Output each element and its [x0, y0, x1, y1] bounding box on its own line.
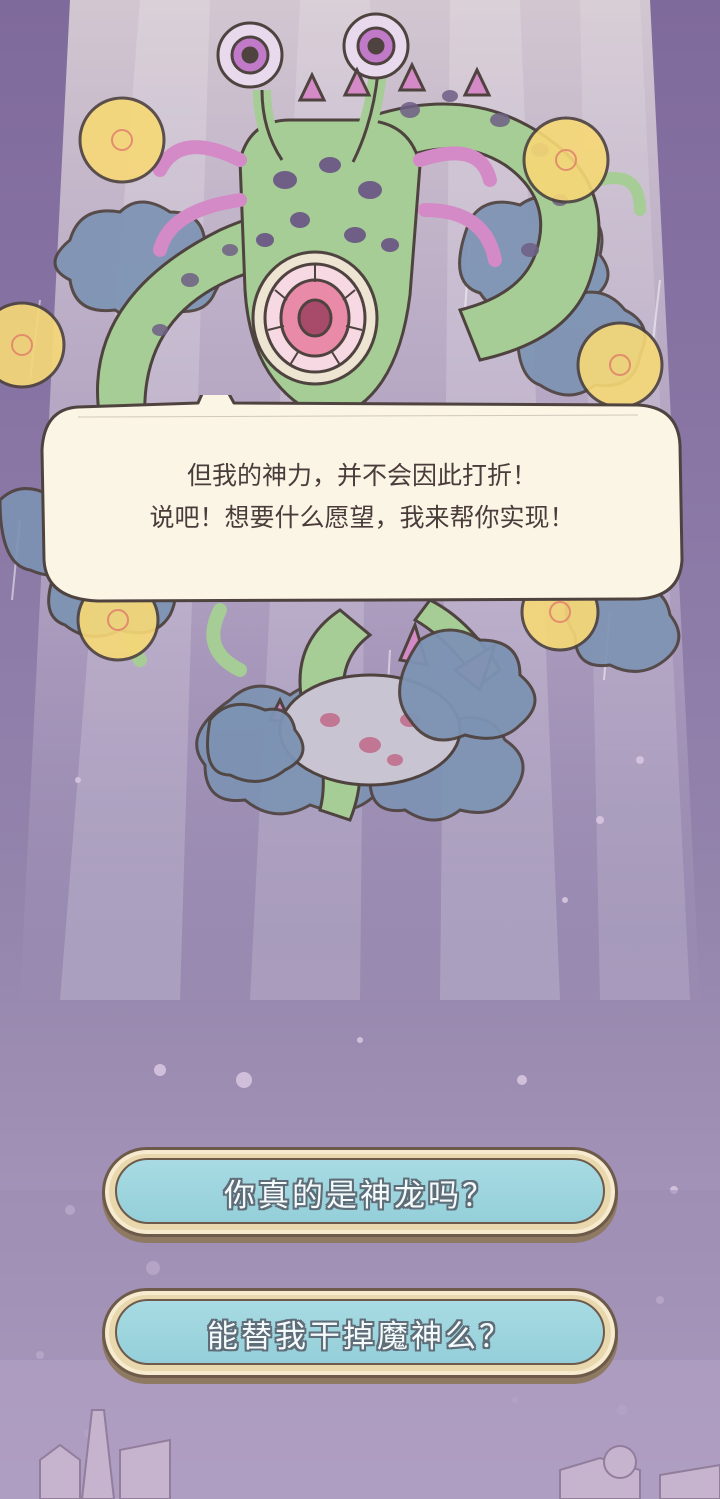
choice-button-2[interactable]: 能替我干掉魔神么？: [102, 1288, 618, 1378]
game-scene: 但我的神力，并不会因此打折！ 说吧！想要什么愿望，我来帮你实现！ 你真的是神龙吗…: [0, 0, 720, 1499]
choice-button-1[interactable]: 你真的是神龙吗？: [102, 1147, 618, 1237]
choice-label-1: 你真的是神龙吗？: [224, 1177, 496, 1214]
dialog-line-2: 说吧！想要什么愿望，我来帮你实现！: [149, 503, 575, 532]
choice-label-2: 能替我干掉魔神么？: [207, 1318, 513, 1355]
dialog-line-1: 但我的神力，并不会因此打折！: [186, 461, 537, 490]
dialog-text: 但我的神力，并不会因此打折！ 说吧！想要什么愿望，我来帮你实现！: [38, 455, 686, 539]
speech-bubble: 但我的神力，并不会因此打折！ 说吧！想要什么愿望，我来帮你实现！: [38, 395, 686, 607]
